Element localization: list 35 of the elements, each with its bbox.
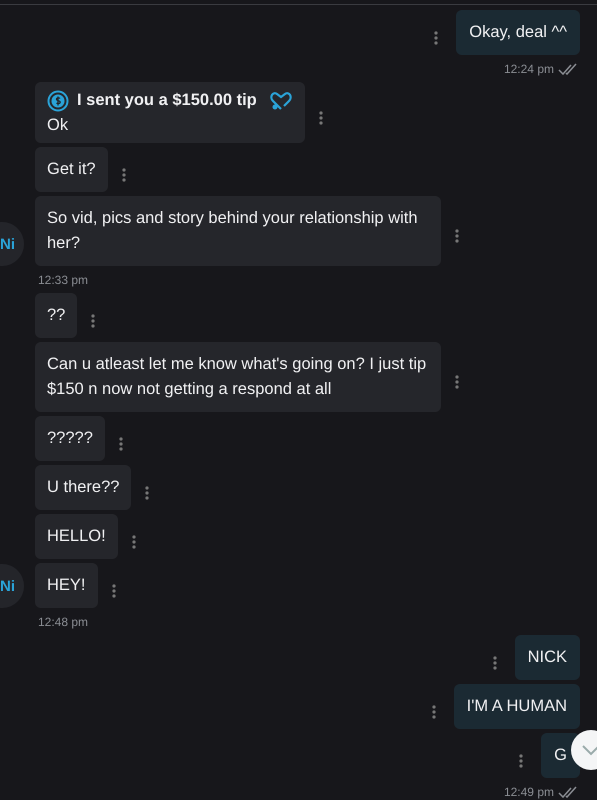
kebab-icon	[318, 110, 323, 124]
message-bubble: U there??	[35, 465, 132, 510]
message-bubble: Okay, deal ^^	[456, 10, 580, 55]
message-bubble: I'M A HUMAN	[454, 684, 580, 729]
kebab-icon	[434, 30, 438, 44]
message-bubble: Get it?	[35, 147, 108, 192]
kebab-icon	[145, 486, 150, 500]
kebab-icon	[432, 704, 436, 718]
timestamp: 12:24 pm	[504, 62, 554, 76]
chevron-down-icon	[581, 744, 597, 756]
kebab-icon	[112, 584, 116, 598]
kebab-icon	[132, 534, 136, 548]
message-bubble: ?????	[35, 416, 105, 461]
message-bubble: HEY!	[35, 563, 98, 608]
message-text: Ok	[47, 115, 70, 136]
timestamp: 12:33 pm	[38, 273, 88, 287]
kebab-icon	[492, 656, 497, 670]
timestamp: 12:49 pm	[504, 785, 554, 799]
message-bubble: Can u atleast let me know what's going on? I just tip $150 n now not getting a respond at all	[35, 342, 441, 412]
message-bubble: So vid, pics and story behind your relationship with her?	[35, 196, 441, 266]
kebab-icon	[455, 229, 459, 243]
kebab-icon	[455, 375, 459, 389]
kebab-icon	[519, 754, 524, 768]
avatar[interactable]: Ni	[0, 222, 24, 266]
message-bubble: ??	[35, 293, 78, 338]
dollar-coin-icon	[47, 90, 69, 112]
message-bubble: HELLO!	[35, 514, 118, 559]
kebab-icon	[91, 314, 96, 328]
message-bubble: NICK	[514, 635, 580, 680]
avatar[interactable]: Ni	[0, 564, 24, 608]
kebab-icon	[118, 436, 123, 450]
heart-icon	[268, 90, 293, 112]
kebab-icon	[122, 168, 126, 182]
tip-text: I sent you a $150.00 tip	[77, 90, 257, 111]
timestamp: 12:48 pm	[38, 615, 88, 629]
